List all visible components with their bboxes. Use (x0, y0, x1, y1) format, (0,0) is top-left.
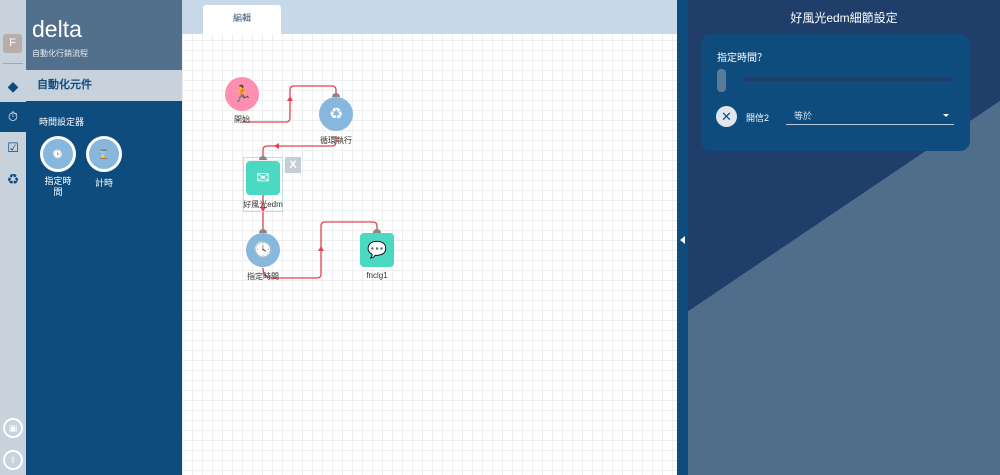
select-value: 等於 (794, 111, 813, 121)
stopwatch-icon: ⏱ (7, 109, 19, 124)
tool-label: 指定時間 (44, 176, 72, 197)
clock-icon: 🕓 (253, 242, 273, 259)
project-subtitle: 自動化行銷流程 (32, 49, 88, 58)
envelope-icon: ✉ (256, 170, 270, 187)
upload-icon: ⇪ (9, 454, 17, 465)
panel-title: 好風光edm細節設定 (790, 11, 898, 25)
hourglass-icon: ⌛ (86, 136, 122, 172)
tool-countdown[interactable]: ⌛ 計時 (84, 136, 124, 189)
connector-handle[interactable] (259, 156, 267, 160)
rail-item-timer[interactable]: ⏱ (0, 102, 26, 132)
running-person-icon: 🏃 (232, 86, 252, 103)
group-label: 時間設定器 (39, 117, 85, 127)
node-label: 開始 (234, 115, 250, 124)
node-label: 好風光edm (243, 200, 283, 209)
node-label: fnclg1 (366, 271, 388, 280)
upload-button[interactable]: ⇪ (3, 450, 23, 470)
save-icon: ▣ (8, 422, 18, 433)
operator-select[interactable]: 等於 (786, 106, 954, 125)
node-edm[interactable]: ✉ (246, 161, 280, 195)
chat-bubble-icon: 💬 (367, 242, 387, 259)
project-title: delta (32, 16, 82, 42)
collapse-toggle[interactable] (677, 0, 688, 475)
node-fnclg1[interactable]: 💬 (360, 233, 394, 267)
caret-left-icon (680, 236, 685, 244)
clock-icon: 🕓 (40, 136, 76, 172)
sidebar-header: delta 自動化行銷流程 (26, 0, 182, 70)
tool-specified-time[interactable]: 🕓 指定時間 (38, 136, 78, 198)
delete-node-button[interactable]: X (285, 157, 301, 173)
node-label: 指定時間 (247, 272, 279, 281)
question-label: 指定時間？ (717, 53, 767, 64)
node-loop[interactable]: ♻ (319, 97, 353, 131)
recycle-icon: ♻ (6, 170, 20, 187)
save-button[interactable]: ▣ (3, 418, 23, 438)
divider (3, 63, 23, 64)
condition-card: 指定時間？ ✕ 開信2 等於 (701, 34, 970, 151)
settings-panel: 好風光edm細節設定 指定時間？ ✕ 開信2 等於 (677, 0, 1000, 475)
node-label: 循環執行 (320, 136, 352, 145)
slider-track[interactable] (743, 77, 953, 81)
field-label: 開信2 (746, 113, 770, 123)
recycle-icon: ♻ (328, 106, 344, 123)
rail-item-recycle[interactable]: ♻ (0, 164, 26, 194)
checkbox-icon: ☑ (7, 140, 19, 155)
rail-item-flow[interactable]: ◆ (0, 71, 26, 101)
remove-condition-button[interactable]: ✕ (716, 106, 737, 127)
node-start[interactable]: 🏃 (225, 77, 259, 111)
sidebar: delta 自動化行銷流程 自動化元件 時間設定器 🕓 指定時間 ⌛ 計時 (26, 0, 182, 475)
flow-canvas[interactable]: 編輯 🏃 開始 ♻ 循環執行 ✉ 好風光edm X 🕓 指定時間 💬 fnclg… (182, 0, 677, 475)
node-specified-time[interactable]: 🕓 (246, 233, 280, 267)
dropdown-arrow-icon (943, 114, 949, 117)
diamond-arrow-icon: ◆ (7, 77, 19, 94)
category-header: 自動化元件 (26, 70, 182, 101)
icon-rail: F ◆ ⏱ ☑ ♻ ▣ ⇪ (0, 0, 26, 475)
tool-label: 計時 (94, 178, 113, 188)
toggle-switch[interactable] (717, 69, 726, 92)
rail-item-check[interactable]: ☑ (0, 133, 26, 163)
avatar[interactable]: F (3, 34, 22, 53)
